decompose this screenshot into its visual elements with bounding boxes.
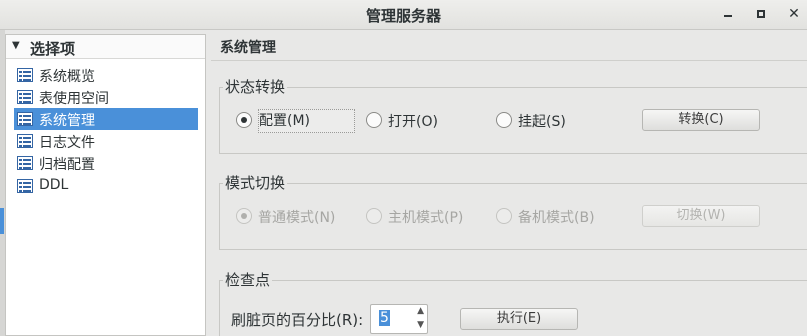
execute-button[interactable]: 执行(E) (460, 308, 578, 330)
group-title: 状态转换 (223, 76, 288, 97)
main-panel: 系统管理 状态转换 配置(M) 打开(O) 挂起(S) 转换(C) 模式切换 普… (211, 30, 807, 336)
state-transition-group: 状态转换 配置(M) 打开(O) 挂起(S) 转换(C) (219, 76, 807, 154)
sidebar-item-log-files[interactable]: 日志文件 (14, 130, 198, 152)
background-window-highlight (0, 208, 4, 234)
mode-switch-group: 模式切换 普通模式(N) 主机模式(P) 备机模式(B) 切换(W) (219, 172, 807, 250)
divider (211, 60, 807, 61)
dirty-page-percent-label: 刷脏页的百分比(R): (231, 311, 364, 329)
maximize-icon[interactable] (752, 5, 770, 23)
radio-circle[interactable] (366, 208, 382, 224)
close-icon[interactable]: ✕ (785, 5, 803, 23)
sidebar-item-label: DDL (39, 177, 69, 193)
sidebar-item-table-space[interactable]: 表使用空间 (14, 86, 198, 108)
sidebar-item-archive-config[interactable]: 归档配置 (14, 152, 198, 174)
list-icon (17, 112, 33, 126)
sidebar-item-label: 系统概览 (39, 69, 95, 85)
radio-circle[interactable] (496, 208, 512, 224)
chevron-up-icon[interactable]: ▲ (417, 306, 424, 316)
convert-button[interactable]: 转换(C) (642, 109, 760, 131)
sidebar-item-ddl[interactable]: DDL (14, 175, 198, 197)
list-icon (17, 134, 33, 148)
page-title: 系统管理 (220, 40, 276, 56)
radio-label: 配置(M) (258, 109, 355, 133)
radio-label: 普通模式(N) (258, 210, 336, 226)
group-title: 模式切换 (223, 172, 288, 193)
tree-root-label: 选择项 (30, 40, 76, 58)
dirty-page-percent-stepper[interactable]: 5 ▲ ▼ (370, 304, 428, 334)
minimize-icon[interactable] (719, 5, 737, 23)
radio-label: 备机模式(B) (518, 210, 595, 226)
sidebar-item-label: 系统管理 (39, 113, 95, 129)
group-title: 检查点 (223, 269, 273, 290)
radio-circle[interactable] (236, 112, 252, 128)
list-icon (17, 90, 33, 104)
sidebar-item-label: 表使用空间 (39, 91, 109, 107)
sidebar-item-system-management[interactable]: 系统管理 (14, 108, 198, 130)
sidebar-item-label: 日志文件 (39, 135, 95, 151)
radio-label: 打开(O) (388, 114, 438, 130)
radio-circle[interactable] (496, 112, 512, 128)
radio-label: 主机模式(P) (388, 210, 464, 226)
radio-circle[interactable] (236, 208, 252, 224)
window-title: 管理服务器 (365, 7, 441, 25)
sidebar-tree: ▼ 选择项 系统概览 表使用空间 系统管理 日志文件 归档配置 DDL (5, 34, 206, 336)
list-icon (17, 68, 33, 82)
radio-circle[interactable] (366, 112, 382, 128)
chevron-down-icon[interactable]: ▼ (417, 320, 424, 330)
sidebar-item-overview[interactable]: 系统概览 (14, 64, 198, 86)
checkpoint-group: 检查点 刷脏页的百分比(R): 5 ▲ ▼ 执行(E) (219, 269, 807, 336)
stepper-value[interactable]: 5 (379, 310, 390, 326)
title-bar: 管理服务器 ✕ (0, 0, 807, 30)
list-icon (17, 179, 33, 193)
sidebar-item-label: 归档配置 (39, 157, 95, 173)
chevron-down-icon[interactable]: ▼ (12, 40, 20, 51)
list-icon (17, 156, 33, 170)
switch-button[interactable]: 切换(W) (642, 205, 760, 227)
radio-label: 挂起(S) (518, 114, 566, 130)
tree-root[interactable]: ▼ 选择项 (6, 35, 205, 59)
